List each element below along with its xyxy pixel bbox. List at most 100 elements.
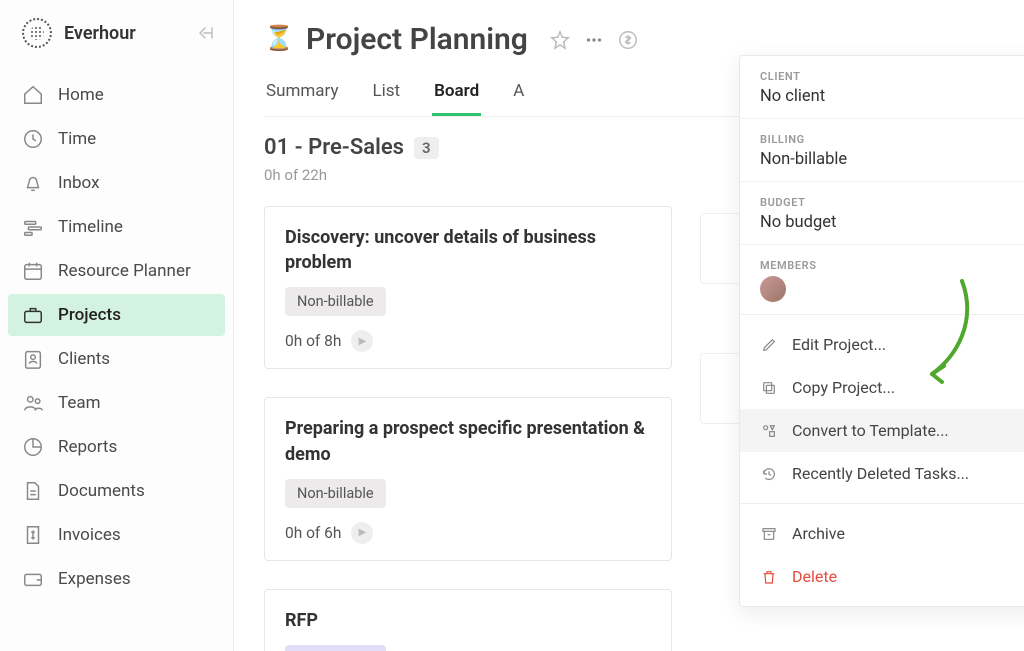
member-avatar <box>760 276 786 302</box>
briefcase-icon <box>22 304 44 326</box>
sidebar-item-label: Reports <box>58 437 117 457</box>
invoice-icon <box>22 524 44 546</box>
sidebar-item-projects[interactable]: Projects <box>8 294 225 336</box>
project-header: ⏳ Project Planning <box>264 22 994 57</box>
sidebar-item-resource-planner[interactable]: Resource Planner <box>8 250 225 292</box>
tab-board[interactable]: Board <box>432 79 481 116</box>
calendar-icon <box>22 260 44 282</box>
project-title: Project Planning <box>306 22 528 57</box>
dropdown-label: CLIENT <box>760 70 825 83</box>
sidebar-nav: Home Time Inbox Timeline Resource Planne… <box>0 66 233 608</box>
action-delete[interactable]: Delete <box>740 555 1024 598</box>
tab-list[interactable]: List <box>370 79 402 116</box>
id-card-icon <box>22 348 44 370</box>
trash-icon <box>760 568 778 586</box>
tag-non-billable: Non-billable <box>285 479 386 508</box>
more-horizontal-icon[interactable] <box>582 28 606 52</box>
sidebar-item-team[interactable]: Team <box>8 382 225 424</box>
tag-readme: 📎Readme <box>285 645 386 651</box>
task-card[interactable]: Preparing a prospect specific presentati… <box>264 397 672 560</box>
shapes-icon <box>760 422 778 440</box>
sidebar-item-label: Time <box>58 129 96 149</box>
action-label: Recently Deleted Tasks... <box>792 464 969 483</box>
sidebar-item-label: Inbox <box>58 173 100 193</box>
sidebar-item-inbox[interactable]: Inbox <box>8 162 225 204</box>
brand-row: Everhour <box>0 18 233 66</box>
play-icon[interactable]: ▶ <box>351 522 373 544</box>
sidebar-item-clients[interactable]: Clients <box>8 338 225 380</box>
action-label: Archive <box>792 524 845 543</box>
copy-icon <box>760 379 778 397</box>
dropdown-value: No budget <box>760 213 836 232</box>
dropdown-value: Non-billable <box>760 150 847 169</box>
sidebar-item-label: Invoices <box>58 525 121 545</box>
play-icon[interactable]: ▶ <box>351 330 373 352</box>
sidebar-item-label: Home <box>58 85 104 105</box>
dropdown-section-members[interactable]: MEMBERS <box>740 244 1024 314</box>
task-card-title: Discovery: uncover details of business p… <box>285 225 651 275</box>
sidebar-item-label: Expenses <box>58 569 131 589</box>
sidebar-item-label: Team <box>58 393 101 413</box>
task-card[interactable]: Discovery: uncover details of business p… <box>264 206 672 369</box>
dropdown-label: BILLING <box>760 133 847 146</box>
sidebar-item-label: Documents <box>58 481 145 501</box>
action-label: Copy Project... <box>792 378 895 397</box>
action-label: Edit Project... <box>792 335 886 354</box>
currency-icon[interactable] <box>616 28 640 52</box>
collapse-sidebar-icon[interactable] <box>195 24 217 42</box>
team-icon <box>22 392 44 414</box>
column-count-chip: 3 <box>414 137 439 159</box>
pencil-icon <box>760 336 778 354</box>
main-content: ⏳ Project Planning Summary List Board A <box>234 0 1024 651</box>
task-card[interactable]: RFP 📎Readme <box>264 589 672 651</box>
timeline-icon <box>22 216 44 238</box>
brand-name: Everhour <box>64 23 183 44</box>
task-hours: 0h of 6h <box>285 524 341 542</box>
sidebar-item-label: Clients <box>58 349 110 369</box>
dropdown-label: MEMBERS <box>760 259 817 272</box>
sidebar-item-reports[interactable]: Reports <box>8 426 225 468</box>
sidebar-item-label: Resource Planner <box>58 261 191 281</box>
action-convert-to-template[interactable]: Convert to Template... <box>740 409 1024 452</box>
brand-logo-icon <box>22 18 52 48</box>
archive-icon <box>760 525 778 543</box>
task-card-title: RFP <box>285 608 651 633</box>
action-label: Delete <box>792 567 837 586</box>
action-recently-deleted[interactable]: Recently Deleted Tasks... <box>740 452 1024 495</box>
project-actions-dropdown: CLIENT No client BILLING Non-billable BU… <box>739 55 1024 607</box>
dropdown-section-budget[interactable]: BUDGET No budget <box>740 181 1024 244</box>
dropdown-value: No client <box>760 87 825 106</box>
sidebar-item-expenses[interactable]: Expenses <box>8 558 225 600</box>
sidebar-item-home[interactable]: Home <box>8 74 225 116</box>
action-copy-project[interactable]: Copy Project... <box>740 366 1024 409</box>
action-label: Convert to Template... <box>792 421 949 440</box>
sidebar-item-documents[interactable]: Documents <box>8 470 225 512</box>
task-card-title: Preparing a prospect specific presentati… <box>285 416 651 466</box>
bell-icon <box>22 172 44 194</box>
dropdown-label: BUDGET <box>760 196 836 209</box>
tab-summary[interactable]: Summary <box>264 79 340 116</box>
sidebar-item-label: Projects <box>58 305 121 325</box>
dropdown-section-billing[interactable]: BILLING Non-billable <box>740 118 1024 181</box>
star-icon[interactable] <box>548 28 572 52</box>
sidebar-item-label: Timeline <box>58 217 123 237</box>
sidebar: Everhour Home Time Inbox Timeline <box>0 0 234 651</box>
home-icon <box>22 84 44 106</box>
dropdown-section-client[interactable]: CLIENT No client <box>740 56 1024 118</box>
action-archive[interactable]: Archive <box>740 512 1024 555</box>
tab-partial[interactable]: A <box>511 79 526 116</box>
project-emoji-icon: ⏳ <box>264 26 292 54</box>
pie-chart-icon <box>22 436 44 458</box>
document-icon <box>22 480 44 502</box>
sidebar-item-timeline[interactable]: Timeline <box>8 206 225 248</box>
task-hours: 0h of 8h <box>285 332 341 350</box>
tag-non-billable: Non-billable <box>285 287 386 316</box>
dropdown-actions-danger: Archive Delete <box>740 504 1024 606</box>
sidebar-item-invoices[interactable]: Invoices <box>8 514 225 556</box>
sidebar-item-time[interactable]: Time <box>8 118 225 160</box>
clock-icon <box>22 128 44 150</box>
column-title: 01 - Pre-Sales <box>264 135 404 160</box>
dropdown-actions: Edit Project... Copy Project... Convert … <box>740 315 1024 503</box>
wallet-icon <box>22 568 44 590</box>
action-edit-project[interactable]: Edit Project... <box>740 323 1024 366</box>
